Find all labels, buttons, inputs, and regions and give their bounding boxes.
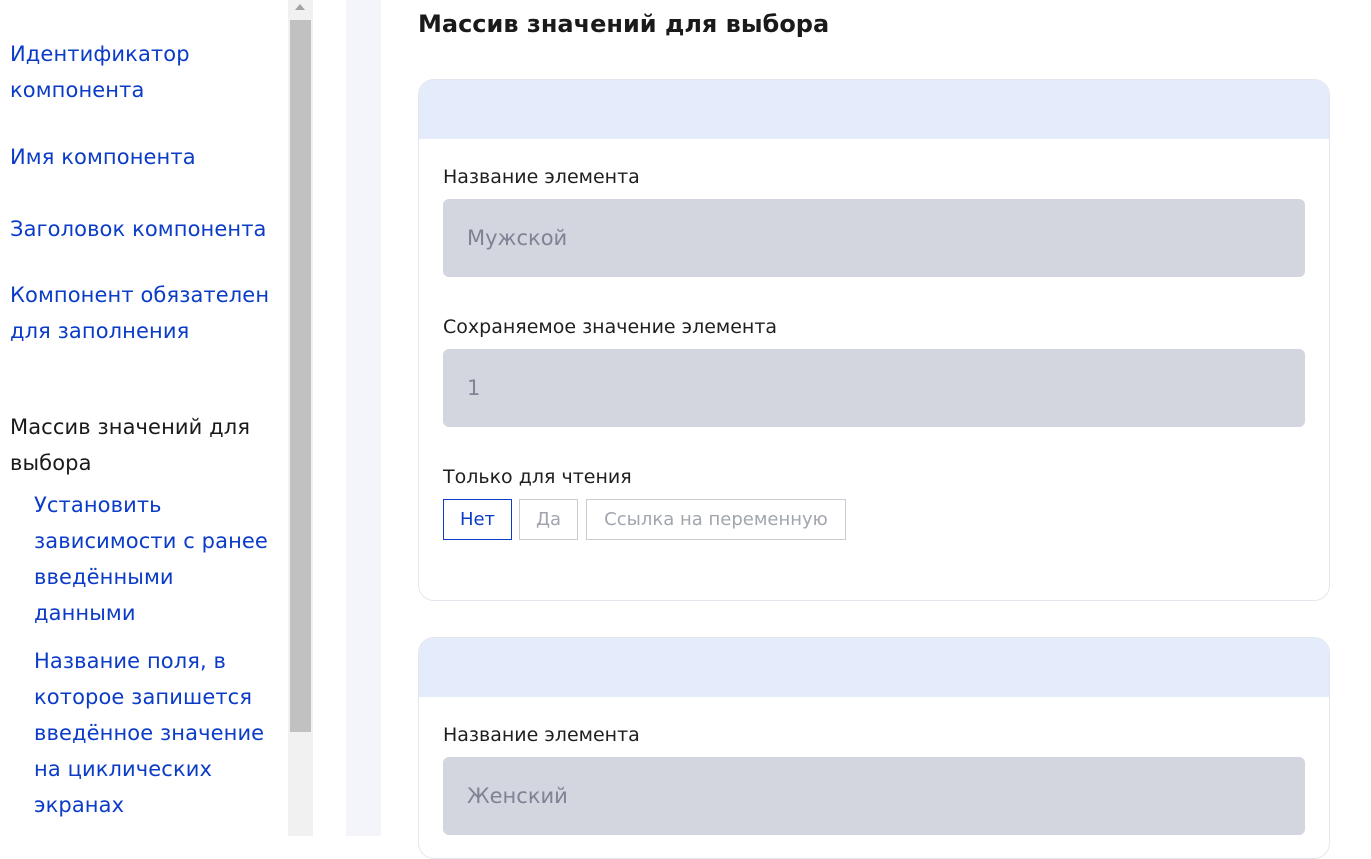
content-gutter (346, 0, 381, 836)
card-header (419, 80, 1329, 139)
sidebar-item-component-id[interactable]: Идентификатор компонента (10, 36, 275, 108)
element-name-input[interactable]: Мужской (443, 199, 1305, 277)
saved-value-label: Сохраняемое значение элемента (443, 316, 778, 338)
scrollbar-thumb[interactable] (290, 20, 311, 732)
sidebar-item-component-name[interactable]: Имя компонента (10, 139, 275, 175)
element-name-label: Название элемента (443, 724, 640, 746)
readonly-option-yes[interactable]: Да (519, 499, 578, 540)
saved-value-input[interactable]: 1 (443, 349, 1305, 427)
readonly-label: Только для чтения (443, 466, 632, 488)
sidebar-item-values-array[interactable]: Массив значений для выбора (10, 409, 275, 481)
section-title: Массив значений для выбора (418, 10, 830, 38)
element-name-label: Название элемента (443, 166, 640, 188)
sidebar-scrollbar[interactable] (288, 0, 313, 836)
readonly-option-no[interactable]: Нет (443, 499, 512, 540)
right-edge (1352, 0, 1371, 836)
sidebar-subitem-dependencies[interactable]: Установить зависимости с ранее введённым… (34, 487, 279, 631)
sidebar-subitem-cyclic-field-name[interactable]: Название поля, в которое запишется введё… (34, 643, 279, 823)
card-header (419, 638, 1329, 697)
scroll-up-arrow-icon[interactable] (295, 4, 305, 10)
sidebar-item-component-required[interactable]: Компонент обязателен для заполнения (10, 277, 275, 349)
readonly-option-variable-link[interactable]: Ссылка на переменную (586, 499, 846, 540)
sidebar-item-component-title[interactable]: Заголовок компонента (10, 211, 275, 247)
sidebar-nav: Идентификатор компонента Имя компонента … (0, 0, 288, 836)
element-name-input[interactable]: Женский (443, 757, 1305, 835)
